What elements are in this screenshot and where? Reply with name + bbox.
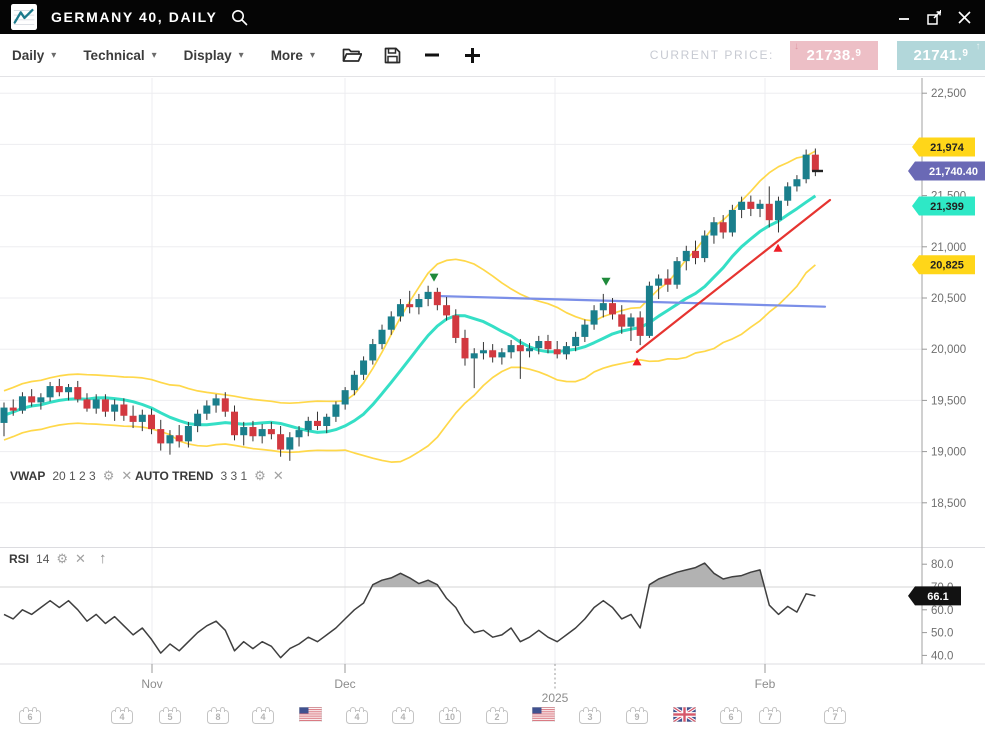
expand-up-icon[interactable]: ↑	[99, 553, 107, 565]
calendar-event-icon[interactable]: 5	[159, 710, 181, 724]
calendar-event-icon[interactable]: 4	[111, 710, 133, 724]
calendar-event-icon[interactable]: 9	[626, 710, 648, 724]
svg-text:2025: 2025	[542, 691, 569, 705]
search-icon[interactable]	[231, 9, 248, 26]
display-menu[interactable]: Display▾	[184, 48, 244, 63]
calendar-event-icon[interactable]: 2	[486, 710, 508, 724]
zoom-out-icon[interactable]	[423, 46, 441, 64]
window-title: GERMANY 40, DAILY	[51, 9, 217, 25]
calendar-event-icon[interactable]: 7	[759, 710, 781, 724]
chart-toolbar: Daily▾ Technical▾ Display▾ More▾ CURRENT…	[0, 34, 985, 77]
vwap-line	[4, 196, 815, 433]
svg-text:20,500: 20,500	[931, 293, 966, 305]
grid-lines	[0, 78, 985, 664]
svg-text:60.0: 60.0	[931, 605, 953, 617]
zoom-in-icon[interactable]	[463, 46, 482, 65]
autotrend-indicator-row: AUTO TREND 3 3 1 ⚙ ✕	[135, 469, 284, 483]
calendar-event-icon[interactable]: 4	[346, 710, 368, 724]
calendar-event-icon[interactable]: 3	[579, 710, 601, 724]
calendar-event-icon[interactable]: 8	[207, 710, 229, 724]
vwap-indicator-row: VWAP 20 1 2 3 ⚙ ✕	[10, 469, 132, 483]
autotrend-label: AUTO TREND	[135, 469, 213, 483]
rsi-plot	[4, 563, 815, 658]
gear-icon[interactable]: ⚙	[254, 470, 266, 482]
svg-text:21,399: 21,399	[930, 201, 964, 213]
close-icon[interactable]: ✕	[121, 470, 132, 482]
technical-menu[interactable]: Technical▾	[83, 48, 156, 63]
economic-calendar-row: 6 4 5 8 4 4 4 10 2 3 9 6 7 7	[0, 706, 985, 730]
arrow-down-icon: ↓	[794, 42, 800, 52]
close-button[interactable]	[955, 8, 973, 26]
current-price-area: CURRENT PRICE: ↓ 21738.9 21741.9 ↑	[650, 41, 985, 70]
calendar-event-icon[interactable]: 4	[252, 710, 274, 724]
gear-icon[interactable]: ⚙	[103, 470, 115, 482]
close-icon[interactable]: ✕	[273, 470, 284, 482]
chevron-down-icon: ▾	[152, 50, 157, 61]
trading-app-window: GERMANY 40, DAILY Daily▾ Technical▾ Disp…	[0, 0, 985, 730]
svg-text:66.1: 66.1	[927, 591, 948, 603]
flag-uk-icon[interactable]	[673, 707, 696, 722]
close-icon[interactable]: ✕	[75, 553, 86, 565]
svg-text:20,000: 20,000	[931, 344, 966, 356]
svg-text:40.0: 40.0	[931, 650, 953, 662]
app-logo-icon	[11, 4, 37, 30]
svg-text:22,500: 22,500	[931, 88, 966, 100]
more-menu[interactable]: More▾	[271, 48, 315, 63]
autotrend-params: 3 3 1	[220, 469, 247, 483]
rsi-params: 14	[36, 552, 49, 566]
gear-icon[interactable]: ⚙	[56, 553, 68, 565]
rsi-indicator-row: RSI 14 ⚙ ✕ ↑	[9, 552, 106, 566]
save-icon[interactable]	[384, 47, 401, 64]
open-folder-icon[interactable]	[342, 47, 362, 63]
svg-text:19,500: 19,500	[931, 395, 966, 407]
calendar-event-icon[interactable]: 10	[439, 710, 461, 724]
rsi-label: RSI	[9, 552, 29, 566]
svg-text:Feb: Feb	[755, 677, 776, 691]
svg-text:80.0: 80.0	[931, 559, 953, 571]
svg-text:Dec: Dec	[334, 677, 355, 691]
flag-us-icon[interactable]	[532, 707, 555, 722]
flag-us-icon[interactable]	[299, 707, 322, 722]
arrow-up-icon: ↑	[976, 42, 982, 52]
calendar-event-icon[interactable]: 4	[392, 710, 414, 724]
calendar-event-icon[interactable]: 6	[19, 710, 41, 724]
minimize-button[interactable]	[895, 8, 913, 26]
svg-text:21,974: 21,974	[930, 142, 965, 154]
vwap-label: VWAP	[10, 469, 45, 483]
chevron-down-icon: ▾	[239, 50, 244, 61]
chevron-down-icon: ▾	[51, 50, 56, 61]
popout-button[interactable]	[925, 8, 943, 26]
svg-text:18,500: 18,500	[931, 498, 966, 510]
time-axis: Nov Dec 2025 Feb	[141, 664, 775, 705]
chevron-down-icon: ▾	[310, 50, 315, 61]
price-axis-badges: 21,974 21,740.40 21,399 20,825 66.1	[908, 138, 985, 606]
svg-text:Nov: Nov	[141, 677, 162, 691]
chart-area: 22,50022,00021,50021,00020,50020,00019,5…	[0, 78, 985, 730]
svg-text:50.0: 50.0	[931, 628, 953, 640]
sell-price-button[interactable]: ↓ 21738.9	[790, 41, 878, 70]
calendar-event-icon[interactable]: 7	[824, 710, 846, 724]
current-price-label: CURRENT PRICE:	[650, 48, 774, 62]
price-chart[interactable]: 22,50022,00021,50021,00020,50020,00019,5…	[0, 78, 985, 730]
svg-text:21,740.40: 21,740.40	[929, 166, 978, 178]
svg-text:21,000: 21,000	[931, 242, 966, 254]
calendar-event-icon[interactable]: 6	[720, 710, 742, 724]
title-bar: GERMANY 40, DAILY	[0, 0, 985, 34]
svg-text:20,825: 20,825	[930, 260, 964, 272]
buy-price-button[interactable]: 21741.9 ↑	[897, 41, 985, 70]
svg-text:19,000: 19,000	[931, 447, 966, 459]
timeframe-menu[interactable]: Daily▾	[12, 48, 56, 63]
vwap-params: 20 1 2 3	[52, 469, 95, 483]
